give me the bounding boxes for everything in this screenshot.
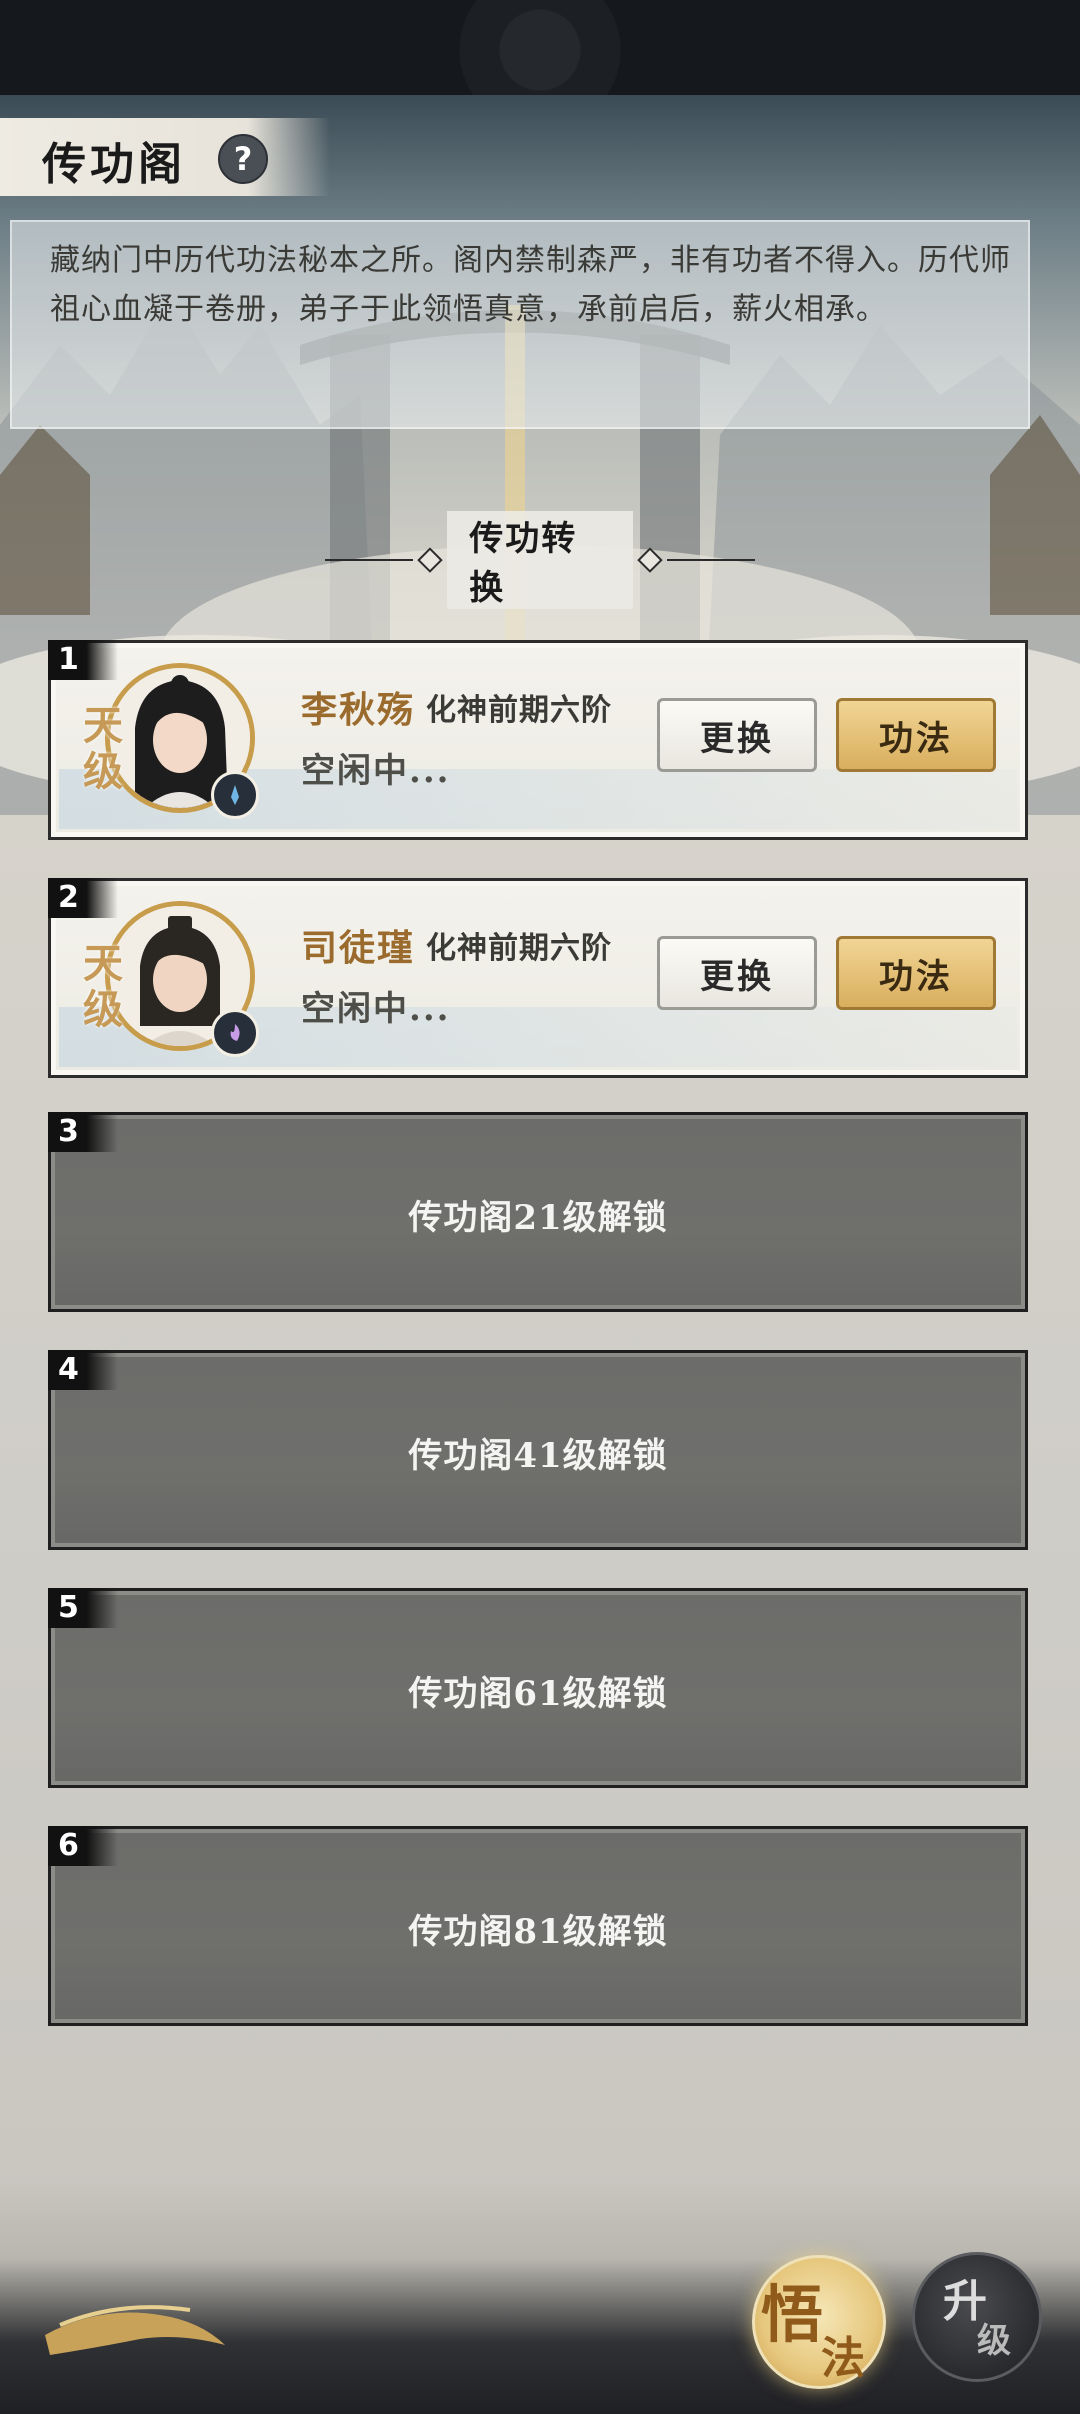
grade-label: 天级 [83, 702, 123, 795]
change-button[interactable]: 更换 [657, 698, 817, 772]
unlock-requirement: 传功阁61级解锁 [408, 1674, 668, 1714]
slot-number: 4 [48, 1350, 118, 1390]
spirit-element-icon [211, 1009, 259, 1057]
diamond-ornament-icon [637, 547, 663, 573]
slot-3-locked[interactable]: 3 传功阁21级解锁 [48, 1112, 1028, 1312]
slot-number: 3 [48, 1112, 118, 1152]
divider-line-right [666, 559, 756, 561]
grade-label: 天级 [83, 940, 123, 1033]
divider-line-left [325, 559, 414, 561]
upgrade-char-2: 级 [977, 2321, 1011, 2361]
change-button[interactable]: 更换 [657, 936, 817, 1010]
slot-number: 6 [48, 1826, 118, 1866]
character-status: 空闲中... [301, 751, 451, 791]
description-text: 藏纳门中历代功法秘本之所。阁内禁制森严，非有功者不得入。历代师祖心血凝于卷册，弟… [50, 243, 1011, 327]
character-rank: 化神前期六阶 [426, 693, 612, 728]
diamond-ornament-icon [417, 547, 443, 573]
character-name: 司徒瑾 [301, 927, 416, 969]
brush-stroke-icon [45, 2305, 225, 2355]
character-avatar-wrap[interactable]: 天级 [83, 663, 259, 833]
character-name: 李秋殇 [301, 689, 416, 731]
water-element-icon [211, 771, 259, 819]
section-header: 传功转换 [325, 511, 756, 609]
top-status-bar [0, 0, 1080, 95]
slot-4-locked[interactable]: 4 传功阁41级解锁 [48, 1350, 1028, 1550]
enlighten-button[interactable]: 悟 法 [752, 2255, 886, 2389]
slot-5-locked[interactable]: 5 传功阁61级解锁 [48, 1588, 1028, 1788]
upgrade-button[interactable]: 升 级 [912, 2252, 1042, 2382]
unlock-requirement: 传功阁41级解锁 [408, 1436, 668, 1476]
slot-1: 1 天级 李秋殇 化神前期六阶 空闲中... 更换 功法 [48, 640, 1028, 840]
enlighten-char-2: 法 [821, 2333, 865, 2384]
page-title: 传功阁 [42, 139, 186, 190]
help-icon[interactable]: ? [218, 134, 268, 184]
slot-2: 2 天级 司徒瑾 化神前期六阶 空闲中... 更换 功法 [48, 878, 1028, 1078]
unlock-requirement: 传功阁21级解锁 [408, 1198, 668, 1238]
character-avatar-wrap[interactable]: 天级 [83, 901, 259, 1071]
unlock-requirement: 传功阁81级解锁 [408, 1912, 668, 1952]
skill-button[interactable]: 功法 [836, 936, 996, 1010]
skill-button[interactable]: 功法 [836, 698, 996, 772]
character-status: 空闲中... [301, 989, 451, 1029]
character-rank: 化神前期六阶 [426, 931, 612, 966]
section-title: 传功转换 [447, 511, 633, 609]
slot-number: 5 [48, 1588, 118, 1628]
slot-6-locked[interactable]: 6 传功阁81级解锁 [48, 1826, 1028, 2026]
enlighten-char-1: 悟 [761, 2278, 824, 2351]
